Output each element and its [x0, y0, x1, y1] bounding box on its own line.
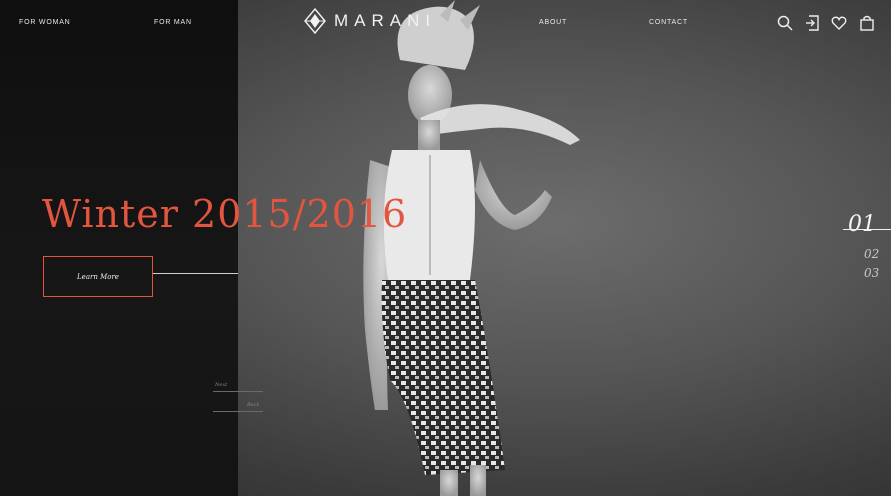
active-slide-underline — [843, 229, 891, 230]
brand-logo[interactable]: MARANI — [304, 8, 436, 34]
shopping-bag-icon[interactable] — [858, 14, 876, 32]
nav-contact[interactable]: CONTACT — [649, 19, 688, 26]
back-label: Back — [247, 402, 260, 408]
search-icon[interactable] — [776, 14, 794, 32]
diamond-logo-icon — [304, 8, 326, 34]
brand-name: MARANI — [334, 11, 437, 30]
hero-title: Winter 2015/2016 — [42, 192, 408, 236]
login-icon[interactable] — [804, 14, 822, 32]
arrow-right-icon — [213, 391, 263, 392]
next-slide-link[interactable]: Next — [213, 382, 263, 396]
nav-about[interactable]: ABOUT — [539, 19, 567, 26]
left-dark-panel — [0, 0, 238, 496]
nav-for-man[interactable]: FOR MAN — [154, 19, 192, 26]
slide-indicator-03[interactable]: 03 — [864, 266, 879, 280]
nav-for-woman[interactable]: FOR WOMAN — [19, 19, 71, 26]
slide-indicator-02[interactable]: 02 — [864, 247, 879, 261]
model-photo — [363, 0, 580, 496]
heart-icon[interactable] — [830, 14, 848, 32]
slide-indicator-01[interactable]: 01 — [848, 212, 876, 237]
hero-banner: FOR WOMAN FOR MAN MARANI ABOUT CONTACT W… — [0, 0, 891, 496]
learn-more-button[interactable]: Learn More — [43, 256, 153, 297]
previous-slide-link[interactable]: Back — [213, 402, 263, 416]
next-label: Next — [215, 382, 228, 388]
decorative-line — [153, 273, 238, 274]
arrow-left-icon — [213, 411, 263, 412]
